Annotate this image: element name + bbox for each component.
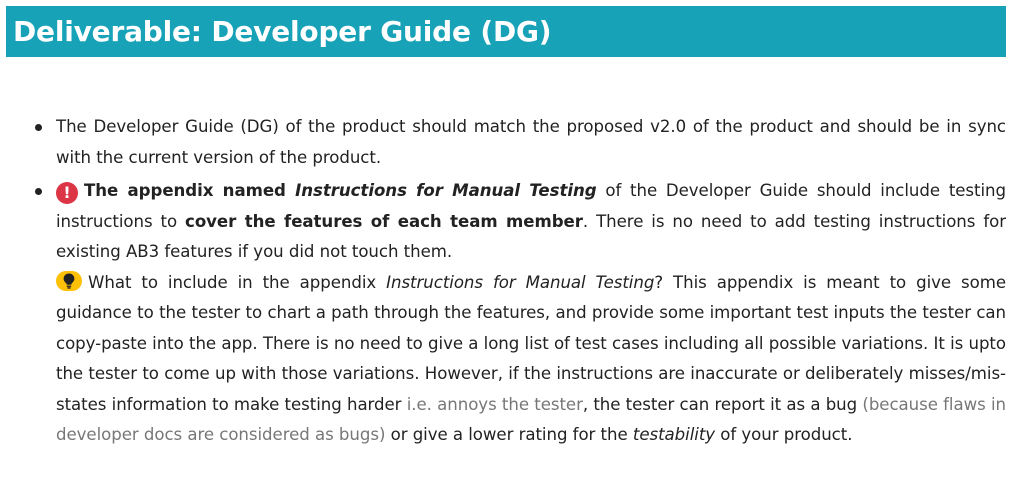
list-item: The Developer Guide (DG) of the product … (0, 112, 1006, 173)
muted-note: i.e. annoys the tester (406, 394, 583, 414)
tip-text: , the tester can report it as a bug (582, 394, 863, 414)
lightbulb-icon (56, 270, 82, 291)
tip-text: ? This appendix is meant to give some gu… (56, 272, 1007, 414)
section-banner: Deliverable: Developer Guide (DG) (6, 6, 1006, 57)
tip-text: or give a lower rating for the (385, 425, 633, 444)
page-title: Deliverable: Developer Guide (DG) (13, 15, 552, 48)
list-item: ! The appendix named Instructions for Man… (0, 176, 1006, 451)
tip-text: What to include in the appendix (88, 272, 387, 292)
emphasis-italic: testability (632, 425, 716, 444)
exclamation-circle-icon: ! (56, 182, 78, 204)
emphasis-text: The appendix named (84, 181, 296, 200)
emphasis-text: cover the features of each team member (185, 211, 583, 231)
page: Deliverable: Developer Guide (DG) The De… (0, 0, 1026, 478)
appendix-name: Instructions for Manual Testing (386, 272, 655, 292)
tip-text: of your product. (715, 425, 853, 444)
deliverable-list: The Developer Guide (DG) of the product … (0, 112, 1006, 451)
item-text: The Developer Guide (DG) of the product … (56, 117, 1006, 167)
appendix-name: Instructions for Manual Testing (295, 181, 597, 200)
bullet-icon (35, 124, 42, 131)
bullet-icon (35, 188, 42, 195)
